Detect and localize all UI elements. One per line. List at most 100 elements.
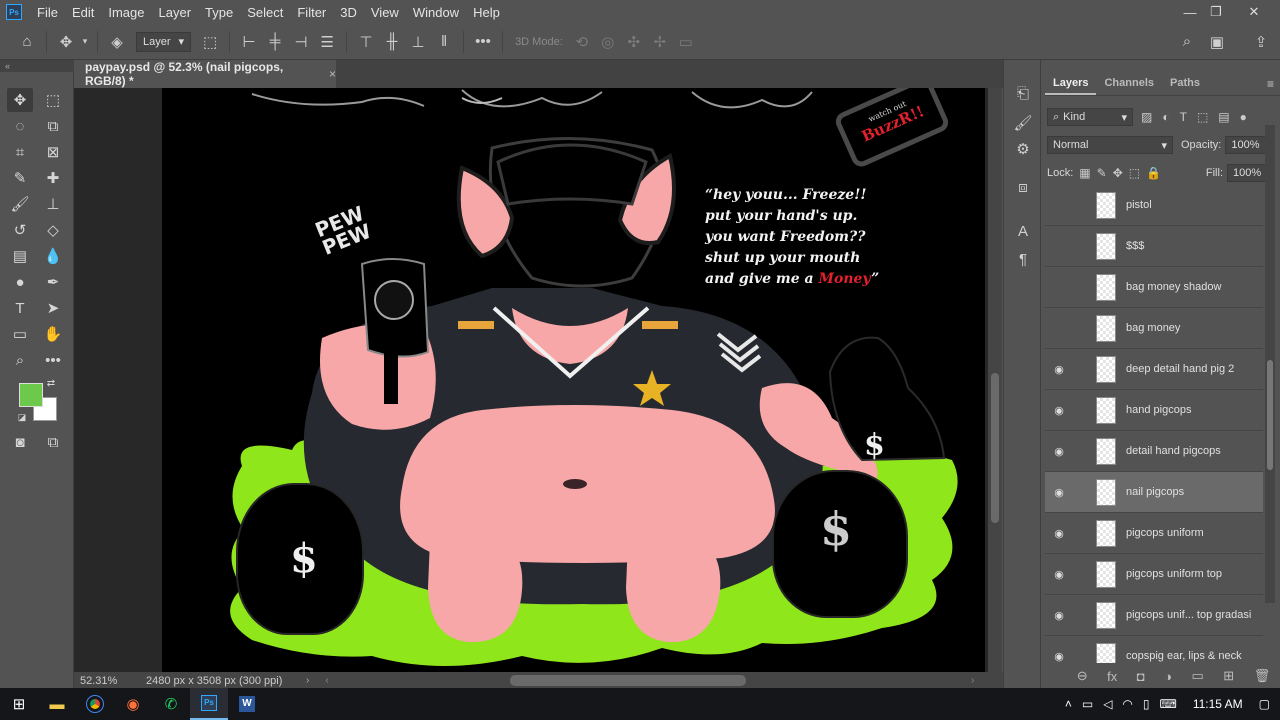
align-right-icon[interactable]: ⊣ — [288, 29, 314, 55]
brush-icon[interactable]: 🖌 — [7, 192, 33, 216]
menu-3d[interactable]: 3D — [333, 5, 364, 20]
zoom-level[interactable]: 52.31% — [80, 675, 146, 687]
visibility-toggle[interactable]: ◉ — [1045, 322, 1073, 335]
visibility-toggle[interactable]: ◉ — [1045, 281, 1073, 294]
menu-view[interactable]: View — [364, 5, 406, 20]
hand-tool-icon[interactable]: ✋ — [40, 322, 66, 346]
menu-image[interactable]: Image — [101, 5, 151, 20]
panel-menu-icon[interactable]: ≡ — [1267, 77, 1274, 91]
eye-icon[interactable]: ◉ — [1045, 568, 1073, 581]
keyboard-icon[interactable]: ⌨ — [1160, 697, 1177, 711]
path-selection-icon[interactable]: ➤ — [40, 296, 66, 320]
filter-type-icon[interactable]: T — [1180, 110, 1187, 124]
default-colors-icon[interactable]: ◪ — [15, 410, 29, 424]
home-icon[interactable]: ⌂ — [14, 29, 40, 55]
eye-icon[interactable]: ◉ — [1045, 363, 1073, 376]
lock-transparent-icon[interactable]: ▦ — [1079, 166, 1090, 180]
delete-layer-icon[interactable]: 🗑 — [1254, 668, 1271, 684]
foreground-color-swatch[interactable] — [19, 383, 43, 407]
add-mask-icon[interactable]: ◘ — [1137, 669, 1145, 684]
zoom-tool-icon[interactable]: ⌕ — [7, 348, 33, 372]
layers-scrollbar[interactable] — [1265, 125, 1275, 603]
crop-icon[interactable]: ⌗ — [7, 140, 33, 164]
libraries-icon[interactable]: ⧈ — [1012, 176, 1034, 198]
object-selection-icon[interactable]: ⧉ — [40, 114, 66, 138]
scroll-right-icon[interactable]: › — [971, 675, 974, 686]
lasso-icon[interactable]: ◌ — [7, 114, 33, 138]
search-icon[interactable]: ⌕ — [1174, 29, 1200, 55]
menu-window[interactable]: Window — [406, 5, 466, 20]
move-tool-icon[interactable]: ✥ — [53, 29, 79, 55]
document-tab[interactable]: paypay.psd @ 52.3% (nail pigcops, RGB/8)… — [74, 60, 336, 88]
chrome-icon[interactable] — [76, 688, 114, 720]
tab-channels[interactable]: Channels — [1096, 72, 1162, 95]
swap-colors-icon[interactable]: ⇄ — [44, 376, 58, 390]
transform-controls-icon[interactable]: ⬚ — [197, 29, 223, 55]
eye-icon[interactable]: ◉ — [1045, 650, 1073, 663]
layer-row[interactable]: ◉ pigcops uniform top — [1045, 554, 1263, 595]
file-explorer-icon[interactable]: ▬ — [38, 688, 76, 720]
clock[interactable]: 11:15 AM — [1193, 697, 1243, 711]
layer-row[interactable]: ◉ pigcops uniform — [1045, 513, 1263, 554]
distribute-icon[interactable]: ☰ — [314, 29, 340, 55]
lock-all-icon[interactable]: 🔒 — [1146, 166, 1161, 180]
restore-button[interactable]: ❐ — [1198, 0, 1234, 24]
3d-orbit-icon[interactable]: ⟲ — [569, 29, 595, 55]
more-options-icon[interactable]: ••• — [470, 29, 496, 55]
menu-select[interactable]: Select — [240, 5, 290, 20]
eye-icon[interactable]: ◉ — [1045, 609, 1073, 622]
lock-position-icon[interactable]: ✥ — [1113, 166, 1123, 180]
auto-select-target-dropdown[interactable]: Layer ▾ — [136, 31, 192, 52]
rectangle-tool-icon[interactable]: ▭ — [7, 322, 33, 346]
menu-help[interactable]: Help — [466, 5, 507, 20]
lock-artboard-icon[interactable]: ⬚ — [1129, 166, 1140, 180]
adjustments-icon[interactable]: ⚙ — [1012, 138, 1034, 160]
windows-start-icon[interactable]: ⊞ — [0, 688, 38, 720]
align-middle-icon[interactable]: ╫ — [379, 29, 405, 55]
eye-icon[interactable]: ◉ — [1045, 486, 1073, 499]
toolbar-collapse-icon[interactable]: « — [0, 60, 74, 72]
eraser-icon[interactable]: ◇ — [40, 218, 66, 242]
distribute-vertical-icon[interactable]: ‖ — [431, 29, 457, 55]
align-top-icon[interactable]: ⊤ — [353, 29, 379, 55]
speaker-icon[interactable]: ◁ — [1103, 697, 1112, 711]
photoshop-taskbar-icon[interactable]: Ps — [190, 688, 228, 720]
visibility-toggle[interactable]: ◉ — [1045, 240, 1073, 253]
more-tools-icon[interactable]: ••• — [40, 348, 66, 372]
eye-icon[interactable]: ◉ — [1045, 404, 1073, 417]
align-bottom-icon[interactable]: ⊥ — [405, 29, 431, 55]
canvas-area[interactable]: $ $ $ “hey youu... Freeze!! put your han… — [74, 88, 988, 672]
frame-icon[interactable]: ⊠ — [40, 140, 66, 164]
layer-row[interactable]: ◉ bag money — [1045, 308, 1263, 349]
character-icon[interactable]: A — [1012, 220, 1034, 242]
wifi-icon[interactable]: ◠ — [1122, 697, 1132, 711]
layer-row[interactable]: ◉ detail hand pigcops — [1045, 431, 1263, 472]
layer-row[interactable]: ◉ deep detail hand pig 2 — [1045, 349, 1263, 390]
gradient-icon[interactable]: ▤ — [7, 244, 33, 268]
brush-settings-icon[interactable]: 🖌 — [1012, 112, 1034, 134]
blend-mode-dropdown[interactable]: Normal ▾ — [1047, 136, 1173, 154]
quick-mask-icon[interactable]: ◙ — [7, 430, 33, 454]
filter-smart-object-icon[interactable]: ▤ — [1218, 110, 1229, 124]
document-info[interactable]: 2480 px x 3508 px (300 ppi) — [146, 675, 296, 687]
eye-icon[interactable]: ◉ — [1045, 527, 1073, 540]
3d-camera-icon[interactable]: ▭ — [673, 29, 699, 55]
firefox-icon[interactable]: ◉ — [114, 688, 152, 720]
3d-roll-icon[interactable]: ◎ — [595, 29, 621, 55]
screen-mode-icon[interactable]: ⧉ — [40, 430, 66, 454]
chevron-right-icon[interactable]: › — [306, 675, 309, 686]
lock-image-icon[interactable]: ✎ — [1097, 166, 1107, 180]
close-button[interactable]: ✕ — [1236, 0, 1272, 24]
battery-icon[interactable]: ▭ — [1082, 697, 1093, 711]
dodge-icon[interactable]: ● — [7, 270, 33, 294]
menu-file[interactable]: File — [30, 5, 65, 20]
eye-icon[interactable]: ◉ — [1045, 445, 1073, 458]
close-tab-icon[interactable]: × — [329, 67, 336, 81]
history-icon[interactable]: ⎗ — [1012, 82, 1034, 104]
rectangular-marquee-icon[interactable]: ⬚ — [40, 88, 66, 112]
network-icon[interactable]: ▯ — [1143, 697, 1150, 711]
blur-icon[interactable]: 💧 — [40, 244, 66, 268]
pen-icon[interactable]: ✒ — [40, 270, 66, 294]
chevron-down-icon[interactable]: ▾ — [79, 29, 91, 55]
layer-row[interactable]: ◉ bag money shadow — [1045, 267, 1263, 308]
